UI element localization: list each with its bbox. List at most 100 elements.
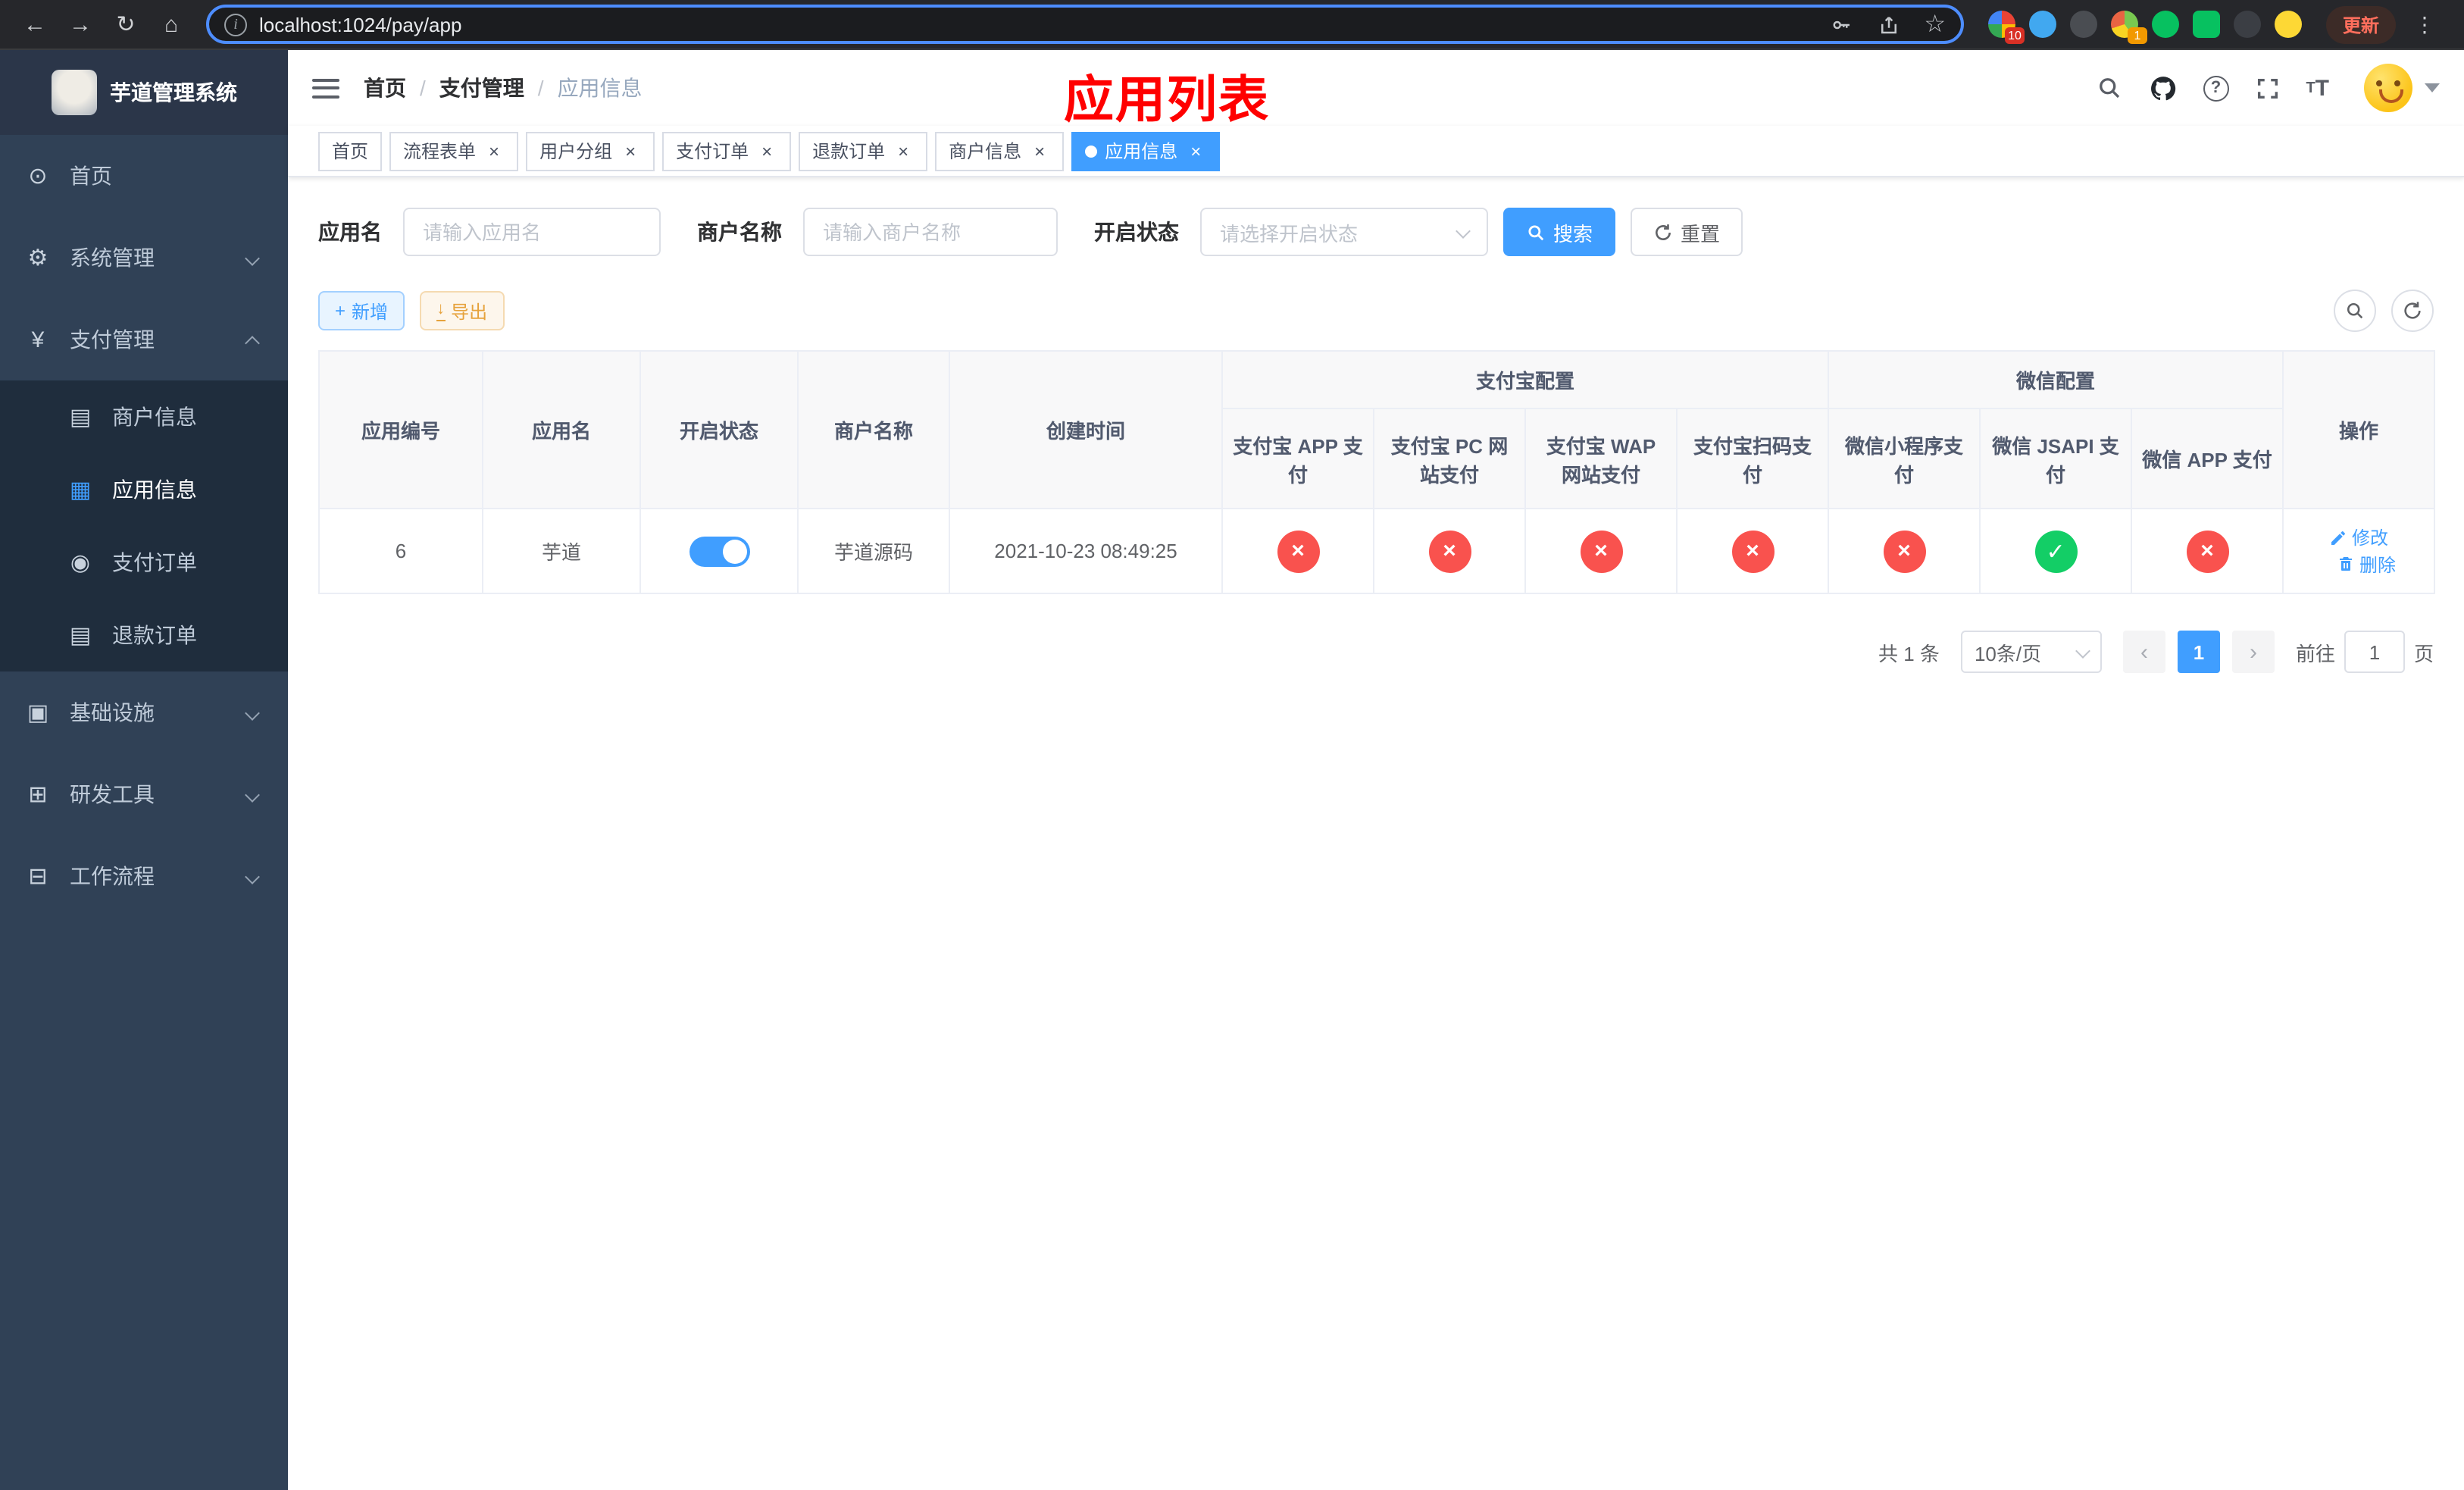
tab-pay-order[interactable]: 支付订单 × bbox=[662, 131, 792, 171]
merchant-name-label: 商户名称 bbox=[697, 220, 782, 244]
sidebar-collapse-icon[interactable] bbox=[312, 78, 339, 98]
sidebar-item-payment[interactable]: ¥ 支付管理 bbox=[0, 299, 288, 380]
page-size-select[interactable]: 10条/页 bbox=[1960, 631, 2102, 673]
breadcrumb-home[interactable]: 首页 bbox=[364, 73, 406, 103]
wx-mini-status-icon: × bbox=[1883, 530, 1926, 572]
close-icon[interactable]: × bbox=[1185, 140, 1206, 161]
tab-user-group[interactable]: 用户分组 × bbox=[526, 131, 655, 171]
extension-icon-5[interactable] bbox=[2152, 11, 2179, 38]
extension-icon-3[interactable] bbox=[2070, 11, 2097, 38]
sidebar-item-merchant-info[interactable]: ▤ 商户信息 bbox=[0, 380, 288, 453]
toggle-search-button[interactable] bbox=[2334, 290, 2376, 332]
sidebar-item-refund-order[interactable]: ▤ 退款订单 bbox=[0, 599, 288, 671]
app-title: 芋道管理系统 bbox=[110, 80, 237, 105]
tab-flow-form[interactable]: 流程表单 × bbox=[389, 131, 519, 171]
help-icon[interactable]: ? bbox=[2203, 75, 2229, 101]
page-content: 应用名 商户名称 开启状态 请选择开启状态 bbox=[288, 177, 2464, 1490]
app-name-label: 应用名 bbox=[318, 220, 382, 244]
browser-menu-icon[interactable]: ⋮ bbox=[2414, 11, 2435, 37]
sidebar-item-system[interactable]: ⚙ 系统管理 bbox=[0, 217, 288, 299]
address-bar[interactable]: i localhost:1024/pay/app ☆ bbox=[206, 5, 1964, 44]
page-unit-label: 页 bbox=[2413, 642, 2434, 665]
export-button[interactable]: ↓ 导出 bbox=[420, 291, 505, 330]
close-icon[interactable]: × bbox=[620, 140, 641, 161]
extensions-row: 10 1 bbox=[1988, 11, 2302, 44]
yen-icon: ¥ bbox=[31, 327, 45, 352]
goto-page-input[interactable] bbox=[2344, 631, 2405, 673]
merchant-name-input[interactable] bbox=[803, 208, 1058, 256]
extension-icon-6[interactable] bbox=[2193, 11, 2220, 38]
refresh-icon bbox=[1656, 224, 1671, 239]
active-dot bbox=[1085, 145, 1098, 157]
col-header-created: 创建时间 bbox=[949, 350, 1223, 509]
chrome-update-button[interactable]: 更新 bbox=[2326, 5, 2397, 43]
share-icon[interactable] bbox=[1877, 13, 1900, 36]
home-icon[interactable]: ⌂ bbox=[152, 5, 191, 44]
table-row: 6 芋道 芋道源码 2021-10-23 08:49:25 × × × × × bbox=[318, 508, 2436, 594]
cell-merchant-name: 芋道源码 bbox=[797, 508, 950, 594]
payment-submenu: ▤ 商户信息 ▦ 应用信息 ◉ 支付订单 ▤ 退款订单 bbox=[0, 380, 288, 671]
gear-icon: ⚙ bbox=[27, 246, 48, 271]
reset-button[interactable]: 重置 bbox=[1631, 208, 1743, 256]
extension-icon-4[interactable]: 1 bbox=[2111, 11, 2147, 44]
sidebar-item-pay-order[interactable]: ◉ 支付订单 bbox=[0, 526, 288, 599]
sidebar-logo[interactable]: 芋道管理系统 bbox=[0, 50, 288, 135]
sidebar-item-home[interactable]: ⊙ 首页 bbox=[0, 135, 288, 217]
extension-icon-2[interactable] bbox=[2029, 11, 2056, 38]
tab-merchant-info[interactable]: 商户信息 × bbox=[935, 131, 1065, 171]
breadcrumb-payment[interactable]: 支付管理 bbox=[439, 73, 524, 103]
close-icon[interactable]: × bbox=[756, 140, 777, 161]
wx-app-status-icon: × bbox=[2186, 530, 2229, 572]
font-size-icon[interactable]: TT bbox=[2306, 75, 2329, 101]
delete-link[interactable]: 删除 bbox=[2337, 551, 2396, 577]
status-label: 开启状态 bbox=[1094, 220, 1179, 244]
sidebar-item-workflow[interactable]: ⊟ 工作流程 bbox=[0, 835, 288, 917]
enabled-toggle[interactable] bbox=[689, 536, 749, 566]
close-icon[interactable]: × bbox=[893, 140, 914, 161]
alipay-pc-status-icon: × bbox=[1428, 530, 1471, 572]
site-info-icon[interactable]: i bbox=[224, 13, 247, 36]
group-header-wechat: 微信配置 bbox=[1828, 350, 2284, 409]
sidebar-item-infra[interactable]: ▣ 基础设施 bbox=[0, 671, 288, 753]
fullscreen-icon[interactable] bbox=[2254, 75, 2280, 101]
breadcrumb-current: 应用信息 bbox=[557, 76, 643, 100]
sidebar-item-devtools[interactable]: ⊞ 研发工具 bbox=[0, 753, 288, 835]
dashboard-icon: ⊙ bbox=[28, 164, 48, 189]
search-button[interactable]: 搜索 bbox=[1503, 208, 1616, 256]
edit-link[interactable]: 修改 bbox=[2329, 524, 2388, 550]
github-icon[interactable] bbox=[2148, 74, 2177, 102]
close-icon[interactable]: × bbox=[483, 140, 505, 161]
tab-home[interactable]: 首页 bbox=[318, 131, 383, 171]
extension-icon-1[interactable]: 10 bbox=[1988, 11, 2025, 44]
extension-icon-8[interactable] bbox=[2275, 11, 2302, 38]
chevron-down-icon bbox=[245, 250, 260, 265]
tab-refund-order[interactable]: 退款订单 × bbox=[799, 131, 928, 171]
search-icon[interactable] bbox=[2095, 74, 2122, 102]
close-icon[interactable]: × bbox=[1029, 140, 1050, 161]
cell-app-name: 芋道 bbox=[482, 508, 641, 594]
col-header-merchant: 商户名称 bbox=[797, 350, 950, 509]
forward-icon[interactable]: → bbox=[61, 5, 100, 44]
chevron-down-icon bbox=[2075, 643, 2090, 659]
key-icon[interactable] bbox=[1830, 13, 1853, 36]
app-name-input[interactable] bbox=[403, 208, 661, 256]
col-header-wx-app: 微信 APP 支付 bbox=[2131, 408, 2284, 509]
add-button[interactable]: + 新增 bbox=[318, 291, 405, 330]
tab-app-info[interactable]: 应用信息 × bbox=[1071, 131, 1221, 171]
sidebar-item-app-info[interactable]: ▦ 应用信息 bbox=[0, 453, 288, 526]
next-page-button[interactable]: › bbox=[2231, 631, 2275, 673]
prev-page-button[interactable]: ‹ bbox=[2122, 631, 2165, 673]
extension-icon-7[interactable] bbox=[2234, 11, 2261, 38]
refresh-table-button[interactable] bbox=[2391, 290, 2434, 332]
breadcrumb: 首页 / 支付管理 / 应用信息 bbox=[364, 73, 643, 103]
col-header-id: 应用编号 bbox=[318, 350, 483, 509]
user-menu[interactable] bbox=[2364, 64, 2440, 112]
bookmark-star-icon[interactable]: ☆ bbox=[1924, 9, 1946, 39]
group-header-alipay: 支付宝配置 bbox=[1221, 350, 1830, 409]
reload-icon[interactable]: ↻ bbox=[106, 5, 145, 44]
page-number-1[interactable]: 1 bbox=[2177, 631, 2220, 673]
back-icon[interactable]: ← bbox=[15, 5, 55, 44]
status-select[interactable]: 请选择开启状态 bbox=[1200, 208, 1488, 256]
workflow-icon: ⊟ bbox=[28, 864, 48, 890]
total-count: 共 1 条 bbox=[1878, 642, 1940, 665]
